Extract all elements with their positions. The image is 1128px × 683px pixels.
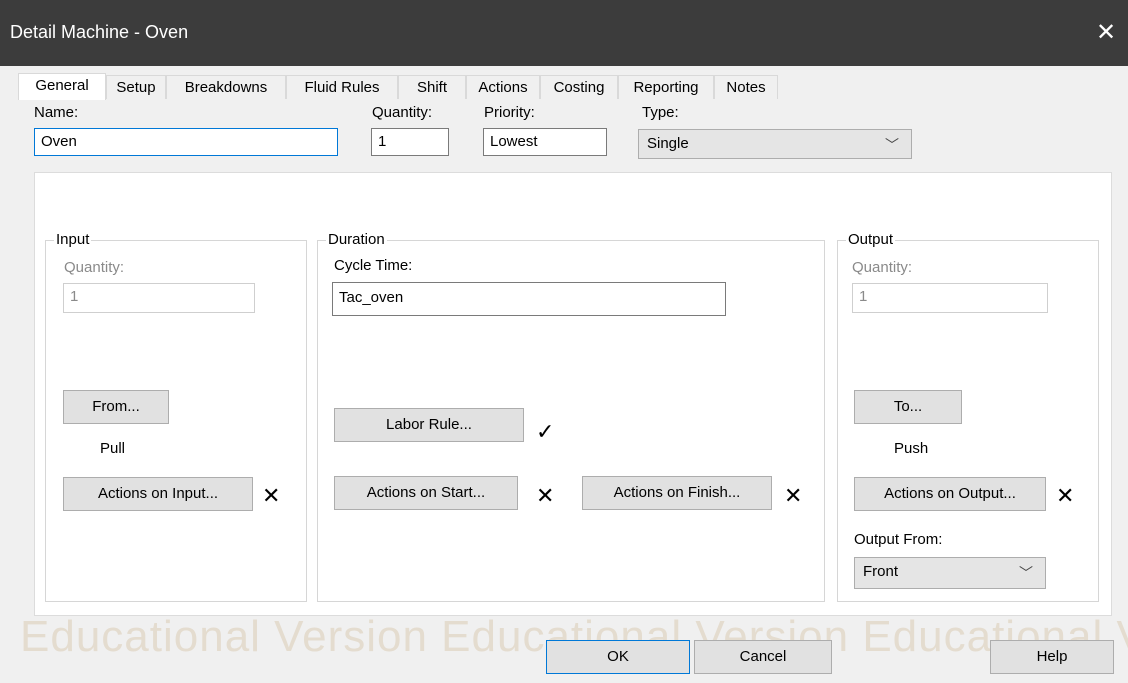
tab-breakdowns[interactable]: Breakdowns — [166, 75, 286, 99]
chevron-down-icon: ﹀ — [885, 137, 899, 153]
actions-on-start-button[interactable]: Actions on Start... — [334, 476, 518, 510]
input-group: Input Quantity: 1 From... Pull Actions o… — [45, 231, 307, 602]
actions-on-output-button[interactable]: Actions on Output... — [854, 477, 1046, 511]
cross-icon: ✕ — [262, 483, 281, 508]
to-button[interactable]: To... — [854, 390, 962, 424]
cross-icon: ✕ — [536, 483, 555, 508]
input-quantity-field[interactable]: 1 — [63, 283, 255, 313]
tab-setup[interactable]: Setup — [106, 75, 166, 99]
input-mode-label: Pull — [100, 440, 126, 457]
type-select-value: Single — [647, 135, 689, 152]
name-field[interactable]: Oven — [34, 128, 338, 156]
output-legend: Output — [846, 231, 896, 248]
title-bar: Detail Machine - Oven ✕ — [0, 0, 1128, 66]
cycle-time-label: Cycle Time: — [334, 257, 413, 274]
actions-on-finish-button[interactable]: Actions on Finish... — [582, 476, 772, 510]
tab-shift[interactable]: Shift — [398, 75, 466, 99]
quantity-field[interactable]: 1 — [371, 128, 449, 156]
ok-button[interactable]: OK — [546, 640, 690, 674]
output-mode-label: Push — [894, 440, 929, 457]
from-button[interactable]: From... — [63, 390, 169, 424]
cross-icon: ✕ — [784, 483, 803, 508]
cancel-button[interactable]: Cancel — [694, 640, 832, 674]
tab-notes[interactable]: Notes — [714, 75, 778, 99]
quantity-label: Quantity: — [372, 104, 433, 121]
input-legend: Input — [54, 231, 92, 248]
tab-actions[interactable]: Actions — [466, 75, 540, 99]
checkmark-icon: ✓ — [536, 419, 555, 444]
duration-group: Duration Cycle Time: Tac_oven Labor Rule… — [317, 231, 825, 602]
actions-on-input-button[interactable]: Actions on Input... — [63, 477, 253, 511]
type-select[interactable]: Single ﹀ — [638, 129, 912, 159]
duration-legend: Duration — [326, 231, 387, 248]
tab-reporting[interactable]: Reporting — [618, 75, 714, 99]
output-from-select[interactable]: Front ﹀ — [854, 557, 1046, 589]
output-quantity-label: Quantity: — [852, 259, 913, 276]
output-from-value: Front — [863, 563, 899, 580]
main-panel: Input Quantity: 1 From... Pull Actions o… — [34, 172, 1112, 616]
help-button[interactable]: Help — [990, 640, 1114, 674]
output-group: Output Quantity: 1 To... Push Actions on… — [837, 231, 1099, 602]
output-quantity-field[interactable]: 1 — [852, 283, 1048, 313]
cross-icon: ✕ — [1056, 483, 1075, 508]
priority-field[interactable]: Lowest — [483, 128, 607, 156]
cycle-time-field[interactable]: Tac_oven — [332, 282, 726, 316]
chevron-down-icon: ﹀ — [1019, 565, 1033, 581]
priority-label: Priority: — [484, 104, 535, 121]
window-title: Detail Machine - Oven — [10, 22, 189, 42]
labor-rule-button[interactable]: Labor Rule... — [334, 408, 524, 442]
input-quantity-label: Quantity: — [64, 259, 125, 276]
tab-general[interactable]: General — [18, 73, 106, 100]
tab-fluid-rules[interactable]: Fluid Rules — [286, 75, 398, 99]
type-label: Type: — [642, 104, 679, 121]
close-icon[interactable]: ✕ — [1084, 14, 1128, 52]
output-from-label: Output From: — [854, 531, 943, 548]
name-label: Name: — [34, 104, 79, 121]
tab-costing[interactable]: Costing — [540, 75, 618, 99]
